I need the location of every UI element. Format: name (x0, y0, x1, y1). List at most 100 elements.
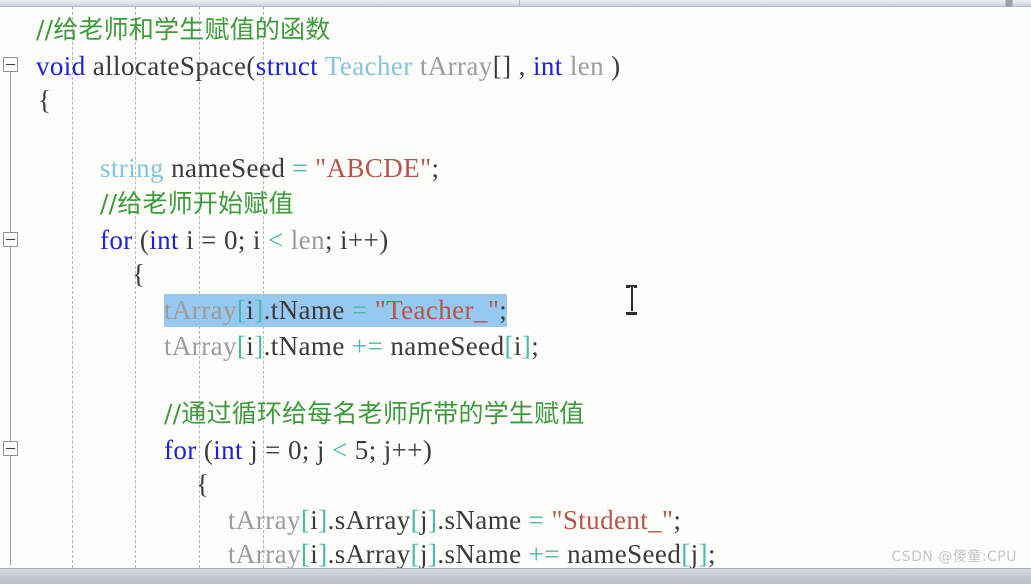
token-ident-10: sName (444, 539, 522, 569)
line-for-j[interactable]: for (int j = 0; j < 5; j++) (22, 433, 432, 467)
token-num-8: 0 (287, 435, 302, 465)
fold-marker-expanded-1[interactable] (3, 232, 18, 247)
token-kw-2: int (149, 225, 179, 255)
line-tname-append[interactable]: tArray[i].tName += nameSeed[i]; (22, 329, 539, 363)
token-punct-1 (86, 51, 93, 81)
token-punct-6: = (265, 435, 281, 465)
line-content: tArray[i].tName += nameSeed[i]; (164, 331, 539, 361)
token-punct-13 (284, 225, 291, 255)
token-punct-4: . (263, 295, 271, 325)
line-open-brace-for-j[interactable]: { (22, 467, 209, 501)
token-punct-10: , (511, 51, 533, 81)
token-punct-18: ; (707, 539, 716, 569)
csdn-watermark: CSDN @傻童:CPU (891, 549, 1017, 565)
horizontal-scrollbar[interactable] (0, 568, 1031, 584)
indent-guide-3 (263, 7, 264, 568)
line-comment-student[interactable]: //通过循环给每名老师所带的学生赋值 (22, 397, 584, 431)
token-ident-2: i (310, 539, 319, 569)
line-func-signature[interactable]: void allocateSpace(struct Teacher tArray… (22, 49, 621, 83)
token-brk-1: [ (300, 539, 311, 569)
line-for-i[interactable]: for (int i = 0; i < len; i++) (22, 223, 389, 257)
token-punct-1: ( (132, 225, 150, 255)
token-punct-0: { (196, 469, 210, 499)
token-dim-14: len (290, 225, 325, 255)
token-ident-9: nameSeed (390, 331, 505, 361)
line-string-nameseed[interactable]: string nameSeed = "ABCDE"; (22, 151, 439, 185)
token-brk-3: ] (318, 505, 328, 535)
token-op-12: < (331, 435, 348, 465)
line-content: { (38, 85, 51, 115)
token-punct-9: ; (237, 225, 253, 255)
code-editor-window: //给老师和学生赋值的函数 void allocateSpace(struct T… (0, 0, 1031, 584)
token-dim-8: tArray (419, 51, 493, 81)
token-punct-9: [] (492, 51, 512, 81)
token-brk-17: ] (698, 539, 708, 569)
token-punct-4: . (327, 505, 335, 535)
token-ident-10: j (316, 435, 325, 465)
editor-gutter (0, 7, 22, 568)
token-punct-11 (325, 435, 332, 465)
token-ident-4: j (250, 435, 258, 465)
line-sname-assign[interactable]: tArray[i].sArray[j].sName = "Student_"; (22, 503, 681, 537)
token-ident-4: i (186, 225, 194, 255)
token-brk-6: [ (410, 505, 421, 535)
token-op-12: += (528, 539, 560, 569)
token-str-9: "Teacher_" (374, 295, 500, 325)
line-tname-assign[interactable]: tArray[i].tName = "Teacher_"; (22, 293, 508, 327)
line-content: //通过循环给每名老师所带的学生赋值 (164, 399, 584, 428)
token-ident-16: j (690, 539, 699, 569)
token-brk-1: [ (236, 331, 247, 361)
token-num-14: 5 (354, 435, 369, 465)
token-punct-9: ; (301, 435, 317, 465)
token-str-6: "ABCDE" (315, 153, 432, 183)
token-punct-17: ) (422, 435, 433, 465)
tab-seam-right (1012, 0, 1013, 7)
token-brk-8: ] (427, 505, 438, 535)
token-cmt-0: //给老师和学生赋值的函数 (36, 15, 331, 44)
token-punct-1 (164, 153, 171, 183)
token-dim-0: tArray (228, 539, 301, 569)
token-punct-0: { (38, 85, 52, 115)
token-type-0: string (100, 153, 164, 183)
line-open-brace-func[interactable]: { (22, 83, 51, 117)
fold-marker-expanded-0[interactable] (3, 57, 18, 72)
token-punct-3: ( (246, 51, 256, 81)
token-brk-1: [ (300, 505, 311, 535)
token-dim-13: len (569, 51, 605, 81)
token-brk-12: ] (521, 331, 532, 361)
token-ident-5: tName (270, 295, 345, 325)
token-cmt-0: //通过循环给每名老师所带的学生赋值 (164, 399, 585, 428)
line-comment-func[interactable]: //给老师和学生赋值的函数 (22, 13, 330, 47)
token-ident-14: nameSeed (567, 539, 682, 569)
mouse-ibeam-cursor (626, 285, 637, 315)
window-top-chrome (0, 0, 1031, 7)
code-surface[interactable]: //给老师和学生赋值的函数 void allocateSpace(struct T… (22, 7, 1031, 571)
line-content: //给老师开始赋值 (100, 189, 294, 218)
fold-marker-expanded-2[interactable] (3, 441, 18, 456)
line-content: { (132, 259, 145, 289)
token-ident-2: i (246, 331, 255, 361)
token-punct-13: ; (531, 331, 540, 361)
line-content: for (int j = 0; j < 5; j++) (164, 435, 432, 465)
token-dim-0: tArray (164, 295, 237, 325)
line-sname-append[interactable]: tArray[i].sArray[j].sName += nameSeed[j]… (22, 537, 716, 571)
token-brk-8: ] (427, 539, 438, 569)
line-content: for (int i = 0; i < len; i++) (100, 225, 389, 255)
token-punct-6 (345, 295, 352, 325)
token-punct-15: ; (324, 225, 341, 255)
token-op-7: = (351, 295, 368, 325)
line-content: //给老师和学生赋值的函数 (36, 15, 330, 44)
token-punct-5 (318, 51, 325, 81)
token-punct-7 (413, 51, 420, 81)
token-kw-0: for (100, 225, 133, 255)
token-punct-14: ) (604, 51, 621, 81)
token-punct-10: ; (499, 295, 508, 325)
token-kw-0: void (36, 51, 86, 81)
token-ident-16: j++ (383, 435, 423, 465)
token-op-7: += (351, 331, 384, 361)
line-open-brace-for-i[interactable]: { (22, 257, 145, 291)
token-punct-13 (560, 539, 567, 569)
tab-seam-mid (1005, 0, 1006, 7)
token-punct-17: ) (379, 225, 389, 255)
line-comment-teacher[interactable]: //给老师开始赋值 (22, 187, 294, 221)
